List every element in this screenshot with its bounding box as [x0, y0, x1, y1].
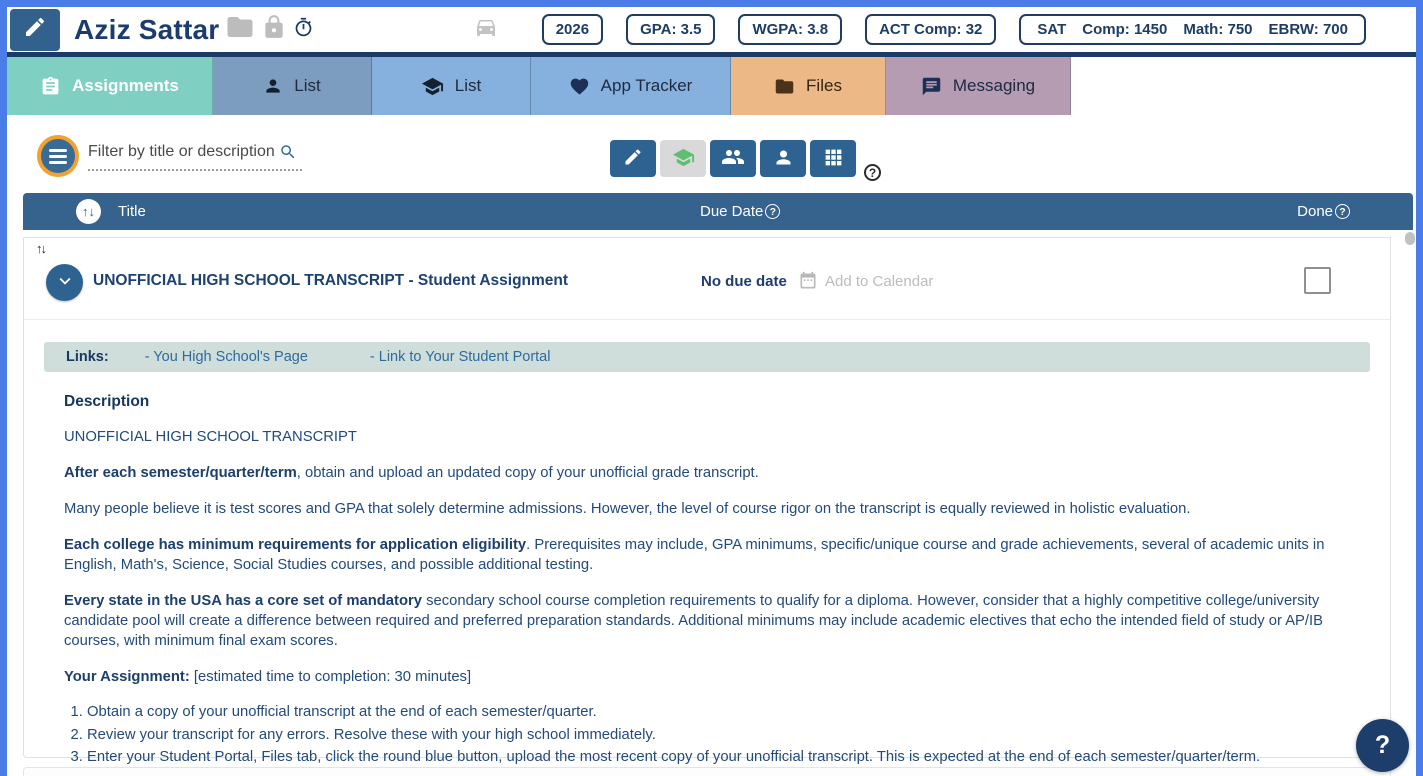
tab-app-tracker[interactable]: App Tracker — [531, 57, 731, 115]
app-window: Aziz Sattar 2026 GPA: 3.5 WGPA: 3.8 ACT … — [7, 7, 1416, 776]
calendar-icon — [798, 271, 818, 291]
chat-icon — [921, 76, 942, 97]
done-checkbox[interactable] — [1304, 267, 1331, 294]
edit-student-button[interactable] — [10, 8, 60, 51]
description-paragraph: Every state in the USA has a core set of… — [64, 593, 1324, 649]
assignments-panel: Filter by title or description ? ↑↓ Titl… — [7, 115, 1416, 776]
tab-list-students[interactable]: List — [213, 57, 372, 115]
description-body: UNOFFICIAL HIGH SCHOOL TRANSCRIPT After … — [64, 427, 1378, 687]
pencil-icon — [623, 147, 643, 170]
step-item: Enter your Student Portal, Files tab, cl… — [87, 746, 1390, 769]
assignment-title: UNOFFICIAL HIGH SCHOOL TRANSCRIPT - Stud… — [93, 272, 569, 289]
lock-icon — [261, 14, 287, 45]
grid-view-button[interactable] — [810, 140, 856, 177]
tab-label: List — [454, 76, 482, 95]
done-help-icon[interactable]: ? — [1335, 204, 1350, 219]
student-view-button[interactable] — [660, 140, 706, 177]
assignments-table-header: ↑↓ Title Due Date ? Done ? — [23, 193, 1413, 230]
sat-math: Math: 750 — [1183, 21, 1253, 38]
menu-button[interactable] — [37, 135, 79, 177]
tab-messaging[interactable]: Messaging — [886, 57, 1071, 115]
tab-label: List — [294, 76, 321, 95]
student-portal-link[interactable]: - Link to Your Student Portal — [370, 349, 551, 365]
tab-label: Files — [806, 76, 842, 95]
student-header: Aziz Sattar 2026 GPA: 3.5 WGPA: 3.8 ACT … — [7, 7, 1416, 57]
sat-ebrw: EBRW: 700 — [1268, 21, 1348, 38]
graduation-cap-icon — [421, 75, 444, 98]
car-icon — [474, 15, 498, 44]
folder-icon — [774, 76, 795, 97]
tab-bar: Assignments List List App Tracker Files — [7, 57, 1416, 115]
filter-input[interactable]: Filter by title or description — [88, 143, 302, 171]
add-to-calendar-label: Add to Calendar — [825, 272, 934, 290]
description-paragraph: After each semester/quarter/term, obtain… — [64, 465, 759, 481]
sat-badge: SAT Comp: 1450 Math: 750 EBRW: 700 — [1019, 14, 1366, 45]
help-button[interactable]: ? — [1356, 719, 1409, 772]
links-bar: Links: - You High School's Page - Link t… — [44, 342, 1370, 372]
sat-label: SAT — [1037, 21, 1067, 38]
heart-icon — [569, 76, 590, 97]
description-paragraph: Your Assignment: [estimated time to comp… — [64, 669, 472, 685]
pencil-icon — [23, 15, 47, 44]
edit-view-button[interactable] — [610, 140, 656, 177]
tab-label: Messaging — [952, 76, 1036, 95]
description-paragraph: Each college has minimum requirements fo… — [64, 537, 1325, 573]
act-badge: ACT Comp: 32 — [865, 14, 997, 45]
step-item: Obtain a copy of your unofficial transcr… — [87, 701, 1390, 724]
stopwatch-icon — [293, 17, 314, 43]
description-paragraph: UNOFFICIAL HIGH SCHOOL TRANSCRIPT — [64, 429, 357, 445]
group-view-button[interactable] — [710, 140, 756, 177]
sort-icon[interactable]: ↑↓ — [76, 199, 101, 224]
assignment-steps: Obtain a copy of your unofficial transcr… — [87, 701, 1390, 769]
search-icon — [279, 143, 297, 161]
person-icon — [773, 147, 794, 171]
sat-comp: Comp: 1450 — [1082, 21, 1168, 38]
clipboard-icon — [40, 76, 61, 97]
view-toolbar: ? — [610, 140, 881, 181]
description-paragraph: Many people believe it is test scores an… — [64, 501, 1191, 517]
next-assignment-row[interactable] — [23, 767, 1391, 776]
tab-label: Assignments — [72, 76, 179, 95]
assignment-row: UNOFFICIAL HIGH SCHOOL TRANSCRIPT - Stud… — [24, 238, 1390, 320]
collapse-row-button[interactable] — [46, 264, 83, 301]
add-to-calendar-button[interactable]: Add to Calendar — [798, 271, 933, 291]
chevron-down-icon — [54, 270, 76, 295]
column-title: Title — [118, 203, 146, 220]
due-date-value: No due date — [701, 273, 787, 290]
tab-assignments[interactable]: Assignments — [7, 57, 213, 115]
person-icon — [263, 76, 283, 96]
step-item: Review your transcript for any errors. R… — [87, 724, 1390, 747]
tab-label: App Tracker — [600, 76, 693, 95]
stat-badges: 2026 GPA: 3.5 WGPA: 3.8 ACT Comp: 32 SAT… — [541, 14, 1366, 45]
description-heading: Description — [64, 393, 150, 410]
filter-placeholder: Filter by title or description — [88, 143, 275, 160]
person-view-button[interactable] — [760, 140, 806, 177]
links-label: Links: — [66, 349, 109, 365]
column-done: Done — [1297, 203, 1333, 220]
column-due-date: Due Date — [700, 203, 764, 220]
tab-list-colleges[interactable]: List — [372, 57, 531, 115]
scrollbar-thumb[interactable] — [1405, 232, 1415, 245]
toolbar-help-icon[interactable]: ? — [864, 164, 881, 181]
class-year-badge: 2026 — [541, 14, 604, 45]
gpa-badge: GPA: 3.5 — [626, 14, 716, 45]
grid-icon — [823, 147, 844, 171]
assignment-card: ↑↓ UNOFFICIAL HIGH SCHOOL TRANSCRIPT - S… — [23, 237, 1391, 765]
folder-icon — [225, 12, 255, 47]
high-school-page-link[interactable]: - You High School's Page — [145, 349, 308, 365]
due-date-help-icon[interactable]: ? — [765, 204, 781, 219]
people-icon — [721, 145, 745, 172]
student-name: Aziz Sattar — [74, 13, 220, 45]
tab-files[interactable]: Files — [731, 57, 886, 115]
wgpa-badge: WGPA: 3.8 — [738, 14, 843, 45]
graduation-cap-icon — [672, 146, 695, 172]
